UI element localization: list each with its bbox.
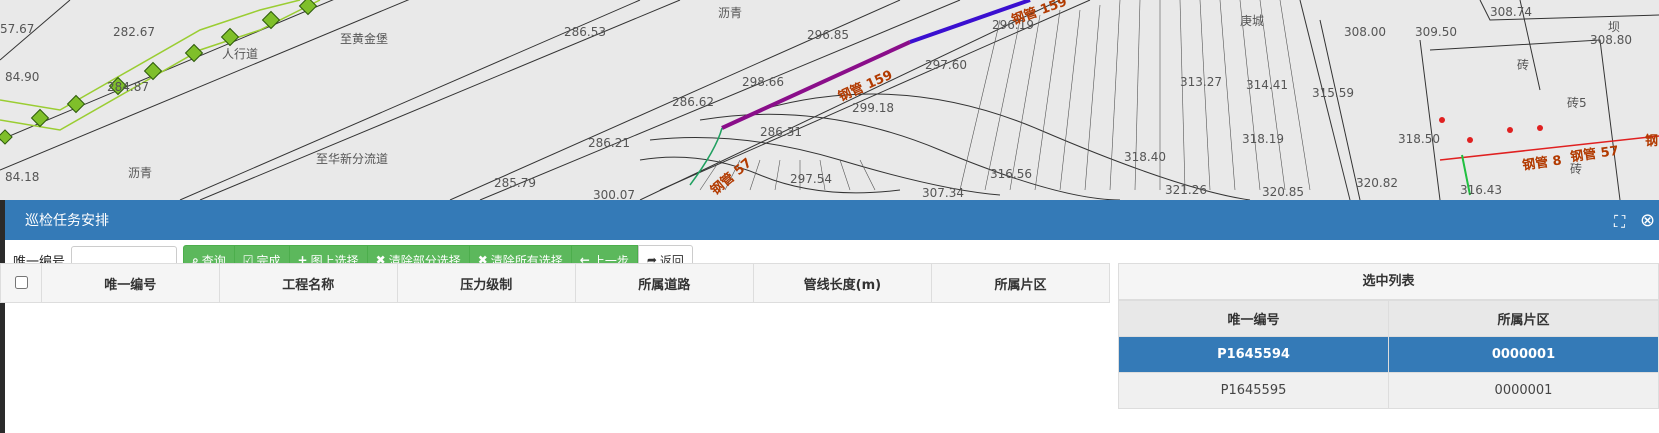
- column-header[interactable]: 唯一编号: [40, 263, 220, 303]
- map-elevation-label: 318.50: [1398, 132, 1440, 146]
- map-view[interactable]: 57.67 282.67 人行道 至黄金堡 286.53 沥青 296.85 2…: [0, 0, 1659, 200]
- map-elevation-label: 284.87: [107, 80, 149, 94]
- map-elevation-label: 298.66: [742, 75, 784, 89]
- map-text-label: 砖: [1517, 58, 1530, 72]
- map-elevation-label: 286.31: [760, 125, 802, 139]
- map-elevation-label: 84.90: [5, 70, 40, 84]
- map-elevation-label: 308.74: [1490, 5, 1532, 19]
- panel-title: 巡检任务安排: [25, 213, 109, 229]
- map-elevation-label: 285.79: [494, 176, 536, 190]
- map-elevation-label: 320.85: [1262, 185, 1304, 199]
- map-elevation-label: 300.07: [593, 188, 635, 200]
- map-elevation-label: 313.27: [1180, 75, 1222, 89]
- map-text-label: 沥青: [718, 6, 743, 20]
- map-text-label: 庚城: [1240, 14, 1265, 28]
- map-elevation-label: 296.85: [807, 28, 849, 42]
- map-elevation-label: 308.00: [1344, 25, 1386, 39]
- map-elevation-label: 297.60: [925, 58, 967, 72]
- map-text-label: 人行道: [222, 47, 259, 61]
- map-text-label: 至华新分流道: [316, 152, 389, 166]
- map-elevation-label: 316.56: [990, 167, 1032, 181]
- map-elevation-label: 321.26: [1165, 183, 1207, 197]
- map-text-label: 沥青: [128, 166, 153, 180]
- table-header-row: 唯一编号 工程名称 压力级制 所属道路 管线长度(m) 所属片区: [0, 263, 1111, 303]
- map-text-label: 至黄金堡: [340, 32, 389, 46]
- selected-list-panel: 选中列表 唯一编号 所属片区 P1645594 0000001 P1645595…: [1118, 263, 1659, 409]
- map-elevation-label: 307.34: [922, 186, 964, 200]
- expand-icon[interactable]: ⛶: [1614, 212, 1625, 232]
- map-elevation-label: 320.82: [1356, 176, 1398, 190]
- map-elevation-label: 316.43: [1460, 183, 1502, 197]
- map-elevation-label: 318.19: [1242, 132, 1284, 146]
- column-header: 所属片区: [1388, 300, 1659, 337]
- map-elevation-label: 308.80: [1590, 33, 1632, 47]
- table-row[interactable]: P1645594 0000001: [1118, 336, 1659, 373]
- map-elevation-label: 282.67: [113, 25, 155, 39]
- close-circle-icon[interactable]: ⊗: [1640, 210, 1655, 231]
- panel-header: 巡检任务安排: [5, 200, 1659, 240]
- pipe-label: 钢: [1645, 134, 1659, 149]
- map-elevation-label: 57.67: [0, 22, 35, 36]
- column-header[interactable]: 所属道路: [574, 263, 754, 303]
- map-elevation-label: 315.59: [1312, 86, 1354, 100]
- map-text-label: 砖5: [1567, 96, 1587, 110]
- map-elevation-label: 286.62: [672, 95, 714, 109]
- pipeline-table: 唯一编号 工程名称 压力级制 所属道路 管线长度(m) 所属片区: [0, 263, 1111, 303]
- column-header: 唯一编号: [1118, 300, 1389, 337]
- selected-list-title: 选中列表: [1118, 263, 1659, 300]
- map-elevation-label: 299.18: [852, 101, 894, 115]
- map-elevation-label: 309.50: [1415, 25, 1457, 39]
- row-id-cell: P1645594: [1118, 336, 1389, 373]
- select-all-cell: [0, 263, 42, 303]
- map-elevation-label: 318.40: [1124, 150, 1166, 164]
- column-header[interactable]: 工程名称: [218, 263, 398, 303]
- map-elevation-label: 286.53: [564, 25, 606, 39]
- column-header[interactable]: 管线长度(m): [752, 263, 932, 303]
- map-elevation-label: 286.21: [588, 136, 630, 150]
- select-all-checkbox[interactable]: [14, 276, 28, 289]
- row-id-cell: P1645595: [1118, 372, 1389, 409]
- table-row[interactable]: P1645595 0000001: [1118, 372, 1659, 409]
- map-elevation-label: 297.54: [790, 172, 832, 186]
- column-header[interactable]: 所属片区: [930, 263, 1111, 303]
- column-header[interactable]: 压力级制: [396, 263, 576, 303]
- map-elevation-label: 84.18: [5, 170, 40, 184]
- row-area-cell: 0000001: [1388, 336, 1659, 373]
- selected-list-header-row: 唯一编号 所属片区: [1118, 300, 1659, 337]
- selected-list-table: 唯一编号 所属片区 P1645594 0000001 P1645595 0000…: [1118, 300, 1659, 409]
- row-area-cell: 0000001: [1388, 372, 1659, 409]
- map-elevation-label: 314.41: [1246, 78, 1288, 92]
